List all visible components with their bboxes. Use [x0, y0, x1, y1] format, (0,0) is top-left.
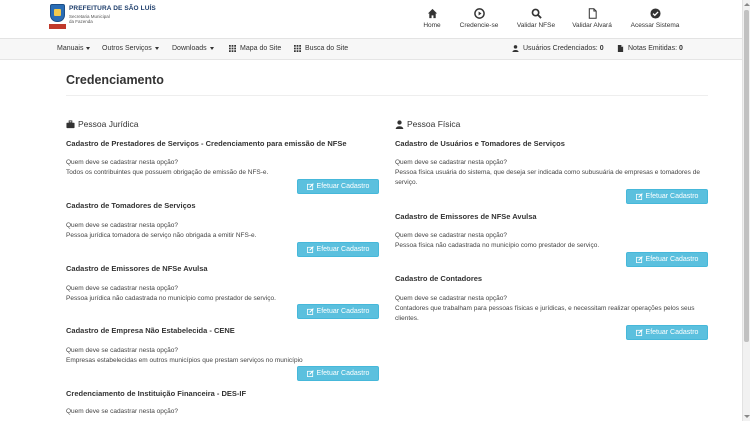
section-question: Quem deve se cadastrar nesta opção?: [395, 295, 508, 302]
pessoa-fisica-heading: Pessoa Física: [395, 119, 460, 129]
section-answer: Pessoa jurídica não cadastrada no municí…: [66, 295, 276, 302]
section-answer: Pessoa física não cadastrada no municípi…: [395, 242, 600, 249]
vertical-scrollbar[interactable]: [742, 0, 750, 421]
section-title: Cadastro de Prestadores de Serviços - Cr…: [66, 139, 347, 148]
top-nav-validar-alvara[interactable]: Validar Alvará: [562, 8, 622, 29]
document-icon: [588, 8, 597, 19]
section-answer: Empresas estabelecidas em outros municíp…: [66, 357, 303, 364]
pessoa-juridica-heading: Pessoa Jurídica: [66, 119, 138, 129]
section-answer: Pessoa jurídica tomadora de serviço não …: [66, 232, 257, 239]
top-nav-credencie-se[interactable]: Credencie-se: [449, 8, 509, 29]
section-title: Cadastro de Emissores de NFSe Avulsa: [66, 264, 208, 273]
logo-subtitle: Secretaria Municipal da Fazenda: [69, 14, 110, 24]
scroll-up-arrow-icon[interactable]: [744, 3, 750, 6]
caret-down-icon: [154, 47, 159, 50]
edit-icon: [306, 183, 314, 190]
section-title: Cadastro de Usuários e Tomadores de Serv…: [395, 139, 565, 148]
efetuar-cadastro-button-avulsa-pj[interactable]: Efetuar Cadastro: [297, 304, 379, 319]
section-answer: Todos os contribuintes que possuem obrig…: [66, 169, 269, 176]
home-icon: [427, 8, 437, 19]
top-nav-validar-nfse[interactable]: Validar NFSe: [506, 8, 566, 29]
section-title: Credenciamento de Instituição Financeira…: [66, 389, 247, 398]
efetuar-cadastro-button-prestadores[interactable]: Efetuar Cadastro: [297, 179, 379, 194]
section-question: Quem deve se cadastrar nesta opção?: [66, 159, 179, 166]
nav-manuais-dropdown[interactable]: Manuais: [57, 45, 91, 52]
section-question: Quem deve se cadastrar nesta opção?: [395, 159, 508, 166]
usuarios-credenciados-stat: Usuários Credenciados: 0: [512, 45, 604, 52]
section-question: Quem deve se cadastrar nesta opção?: [66, 408, 179, 415]
secondary-navbar: Manuais Outros Serviços Downloads Mapa d…: [0, 39, 742, 60]
user-icon: [395, 119, 404, 129]
logo[interactable]: PREFEITURA DE SÃO LUÍS Secretaria Munici…: [49, 2, 156, 31]
section-title: Cadastro de Tomadores de Serviços: [66, 201, 196, 210]
efetuar-cadastro-button-cene[interactable]: Efetuar Cadastro: [297, 366, 379, 381]
nav-busca-do-site[interactable]: Busca do Site: [294, 45, 348, 52]
efetuar-cadastro-button-avulsa-pf[interactable]: Efetuar Cadastro: [626, 252, 708, 267]
grid-icon: [294, 45, 301, 52]
search-icon: [531, 8, 542, 19]
logo-title: PREFEITURA DE SÃO LUÍS: [69, 5, 156, 12]
nav-mapa-do-site[interactable]: Mapa do Site: [229, 45, 281, 52]
file-icon: [617, 45, 624, 52]
section-title: Cadastro de Emissores de NFSe Avulsa: [395, 212, 537, 221]
efetuar-cadastro-button-tomadores[interactable]: Efetuar Cadastro: [297, 242, 379, 257]
page-title: Credenciamento: [66, 73, 164, 87]
section-title: Cadastro de Empresa Não Estabelecida - C…: [66, 326, 235, 335]
section-question: Quem deve se cadastrar nesta opção?: [395, 232, 508, 239]
section-question: Quem deve se cadastrar nesta opção?: [66, 347, 179, 354]
check-circle-icon: [649, 8, 661, 19]
scroll-thumb[interactable]: [744, 10, 749, 342]
play-circle-icon: [473, 8, 485, 19]
efetuar-cadastro-button-contadores[interactable]: Efetuar Cadastro: [626, 325, 708, 340]
top-header: PREFEITURA DE SÃO LUÍS Secretaria Munici…: [0, 0, 742, 39]
top-nav-acessar-sistema[interactable]: Acessar Sistema: [625, 8, 685, 29]
section-answer: Pessoa física usuária do sistema, que de…: [395, 169, 700, 186]
divider: [66, 95, 708, 96]
section-question: Quem deve se cadastrar nesta opção?: [66, 222, 179, 229]
section-title: Cadastro de Contadores: [395, 274, 483, 283]
grid-icon: [229, 45, 236, 52]
notas-emitidas-stat: Notas Emitidas: 0: [617, 45, 683, 52]
caret-down-icon: [86, 47, 91, 50]
section-answer: Contadores que trabalham para pessoas fí…: [395, 305, 695, 322]
edit-icon: [635, 193, 643, 200]
section-question: Quem deve se cadastrar nesta opção?: [66, 285, 179, 292]
edit-icon: [306, 246, 314, 253]
nav-downloads-dropdown[interactable]: Downloads: [172, 45, 214, 52]
edit-icon: [306, 308, 314, 315]
briefcase-icon: [66, 119, 75, 128]
edit-icon: [635, 256, 643, 263]
edit-icon: [306, 370, 314, 377]
coat-of-arms-icon: [49, 2, 66, 31]
edit-icon: [635, 329, 643, 336]
scroll-down-arrow-icon[interactable]: [744, 415, 750, 418]
nav-outros-servicos-dropdown[interactable]: Outros Serviços: [102, 45, 159, 52]
efetuar-cadastro-button-usuarios[interactable]: Efetuar Cadastro: [626, 189, 708, 204]
caret-down-icon: [209, 47, 214, 50]
user-icon: [512, 45, 519, 52]
